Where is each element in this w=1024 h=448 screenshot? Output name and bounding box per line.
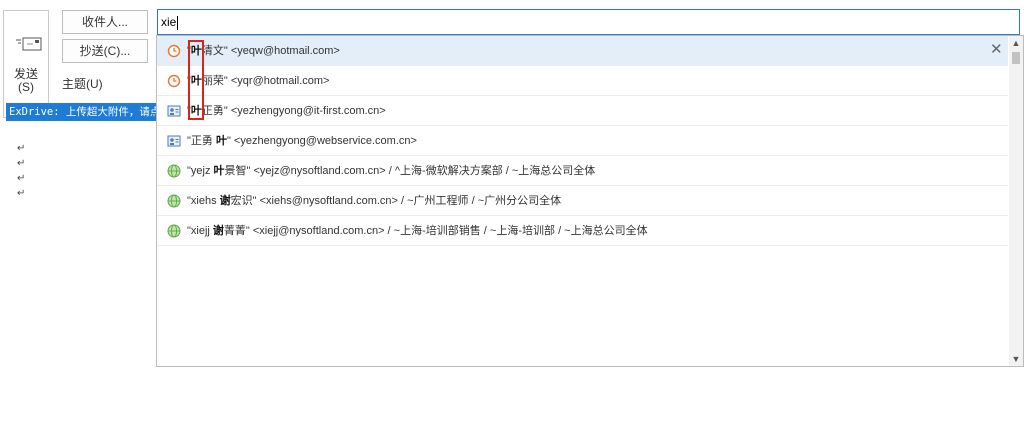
scroll-down-icon[interactable]: ▼	[1009, 352, 1023, 366]
contact-card-icon	[167, 105, 181, 117]
text-caret	[177, 15, 179, 30]
clock-icon	[167, 44, 181, 58]
globe-icon	[167, 224, 181, 238]
contact-card-icon	[167, 135, 181, 147]
suggestion-text: "yejz 叶景智" <yejz@nysoftland.com.cn> / ^上…	[187, 165, 596, 177]
suggestion-text: "叶丽荣" <yqr@hotmail.com>	[187, 75, 330, 87]
to-field[interactable]: xie	[157, 9, 1020, 35]
to-field-value: xie	[161, 15, 177, 29]
annotation-highlight-box	[188, 40, 204, 120]
autocomplete-dropdown: "叶清文" <yeqw@hotmail.com> ✕ "叶丽荣" <yqr@ho…	[156, 35, 1024, 367]
suggestion-item[interactable]: "正勇 叶" <yezhengyong@webservice.com.cn>	[157, 126, 1008, 156]
paragraph-mark: ↵	[17, 158, 26, 169]
paragraph-mark: ↵	[17, 173, 26, 184]
suggestion-text: "xiehs 谢宏识" <xiehs@nysoftland.com.cn> / …	[187, 195, 562, 207]
suggestion-item[interactable]: "叶清文" <yeqw@hotmail.com> ✕	[157, 36, 1008, 66]
globe-icon	[167, 194, 181, 208]
subject-label: 主题(U)	[62, 77, 103, 91]
to-button[interactable]: 收件人...	[62, 10, 148, 34]
suggestion-item[interactable]: "xiehs 谢宏识" <xiehs@nysoftland.com.cn> / …	[157, 186, 1008, 216]
suggestion-item[interactable]: "xiejj 谢菁菁" <xiejj@nysoftland.com.cn> / …	[157, 216, 1008, 246]
send-button[interactable]: 发送 (S)	[3, 10, 49, 118]
suggestion-text: "叶清文" <yeqw@hotmail.com>	[187, 45, 340, 57]
globe-icon	[167, 164, 181, 178]
cc-button[interactable]: 抄送(C)...	[62, 39, 148, 63]
send-shortcut-label: (S)	[18, 80, 34, 94]
dropdown-scrollbar[interactable]: ▲ ▼	[1009, 36, 1023, 366]
scroll-thumb[interactable]	[1012, 52, 1020, 64]
close-icon[interactable]: ✕	[990, 42, 1003, 58]
suggestion-item[interactable]: "叶正勇" <yezhengyong@it-first.com.cn>	[157, 96, 1008, 126]
paragraph-mark: ↵	[17, 143, 26, 154]
send-mail-icon	[16, 37, 42, 51]
exdrive-banner[interactable]: ExDrive: 上传超大附件，请点击	[6, 103, 156, 121]
suggestion-item[interactable]: "叶丽荣" <yqr@hotmail.com>	[157, 66, 1008, 96]
clock-icon	[167, 74, 181, 88]
scroll-up-icon[interactable]: ▲	[1009, 36, 1023, 50]
suggestion-text: "xiejj 谢菁菁" <xiejj@nysoftland.com.cn> / …	[187, 225, 648, 237]
suggestion-item[interactable]: "yejz 叶景智" <yejz@nysoftland.com.cn> / ^上…	[157, 156, 1008, 186]
suggestion-text: "正勇 叶" <yezhengyong@webservice.com.cn>	[187, 135, 417, 147]
suggestion-text: "叶正勇" <yezhengyong@it-first.com.cn>	[187, 105, 386, 117]
paragraph-mark: ↵	[17, 188, 26, 199]
